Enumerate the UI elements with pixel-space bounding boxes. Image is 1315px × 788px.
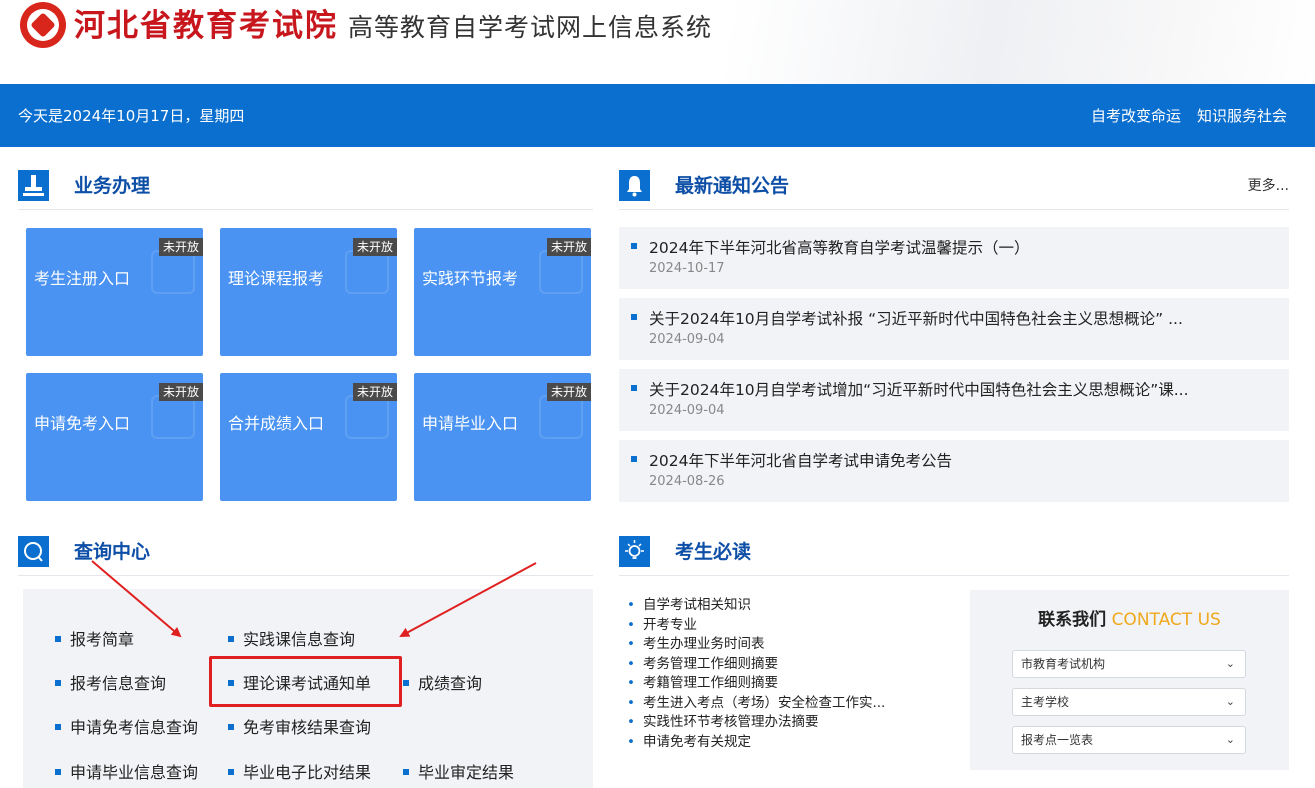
- notice-title[interactable]: 2024年下半年河北省自学考试申请免考公告: [649, 450, 1279, 472]
- status-badge: 未开放: [546, 383, 591, 401]
- tile-practice-registration[interactable]: 未开放 实践环节报考: [414, 228, 591, 356]
- notice-title[interactable]: 2024年下半年河北省高等教育自学考试温馨提示（一）: [649, 237, 1279, 259]
- contact-panel: 联系我们 CONTACT US 市教育考试机构 ⌄ 主考学校 ⌄ 报考点一览表 …: [970, 590, 1289, 770]
- business-section-header: 业务办理: [18, 170, 593, 210]
- notice-item[interactable]: 2024年下半年河北省自学考试申请免考公告 2024-08-26: [619, 440, 1289, 502]
- notice-title[interactable]: 关于2024年10月自学考试补报 “习近平新时代中国特色社会主义思想概论” ..…: [649, 308, 1279, 330]
- highlight-annotation-box: [209, 656, 402, 707]
- list-item[interactable]: 考籍管理工作细则摘要: [627, 674, 885, 694]
- more-notices-link[interactable]: 更多...: [1248, 176, 1289, 196]
- status-badge: 未开放: [352, 238, 397, 256]
- stamp-icon: [18, 170, 49, 201]
- query-link-exam-guide[interactable]: 报考简章: [55, 629, 134, 651]
- tile-graduation-apply[interactable]: 未开放 申请毕业入口: [414, 373, 591, 501]
- list-item[interactable]: 考生办理业务时间表: [627, 635, 885, 655]
- bullet-icon: [631, 456, 637, 462]
- query-link-graduation-result[interactable]: 毕业审定结果: [403, 762, 514, 784]
- chevron-down-icon: ⌄: [1225, 733, 1235, 746]
- select-value: 报考点一览表: [1021, 733, 1094, 747]
- tile-watermark-icon: [151, 395, 195, 439]
- business-section-title: 业务办理: [74, 175, 151, 197]
- list-item[interactable]: 自学考试相关知识: [627, 596, 885, 616]
- slogan-2: 知识服务社会: [1196, 107, 1287, 125]
- list-item[interactable]: 申请免考有关规定: [627, 733, 885, 753]
- query-section-header: 查询中心: [18, 536, 593, 576]
- slogan-1: 自考改变命运: [1090, 107, 1181, 125]
- tile-label: 实践环节报考: [422, 269, 519, 288]
- must-read-section-title: 考生必读: [675, 541, 752, 563]
- bullet-icon: [631, 385, 637, 391]
- tile-theory-course-registration[interactable]: 未开放 理论课程报考: [220, 228, 397, 356]
- site-header: 河北省教育考试院 高等教育自学考试网上信息系统: [0, 0, 1315, 84]
- lightbulb-icon: [619, 536, 650, 567]
- site-title: 河北省教育考试院: [74, 8, 338, 44]
- notice-item[interactable]: 关于2024年10月自学考试补报 “习近平新时代中国特色社会主义思想概论” ..…: [619, 298, 1289, 360]
- query-link-practice-info[interactable]: 实践课信息查询: [228, 629, 355, 651]
- list-item[interactable]: 开考专业: [627, 616, 885, 636]
- site-subtitle: 高等教育自学考试网上信息系统: [348, 13, 713, 42]
- current-date: 今天是2024年10月17日，星期四: [18, 107, 245, 125]
- notice-date: 2024-09-04: [649, 403, 725, 418]
- chevron-down-icon: ⌄: [1225, 657, 1235, 670]
- notice-item[interactable]: 2024年下半年河北省高等教育自学考试温馨提示（一） 2024-10-17: [619, 227, 1289, 289]
- notices-section-title: 最新通知公告: [675, 175, 790, 197]
- contact-title: 联系我们 CONTACT US: [970, 608, 1289, 632]
- tile-watermark-icon: [151, 250, 195, 294]
- query-link-exemption-info[interactable]: 申请免考信息查询: [55, 717, 198, 739]
- date-bar: 今天是2024年10月17日，星期四 自考改变命运 知识服务社会: [0, 84, 1315, 147]
- query-link-graduation-info[interactable]: 申请毕业信息查询: [55, 762, 198, 784]
- select-value: 市教育考试机构: [1021, 657, 1106, 671]
- notice-date: 2024-09-04: [649, 332, 725, 347]
- search-icon: [18, 536, 49, 567]
- bullet-icon: [631, 314, 637, 320]
- notice-item[interactable]: 关于2024年10月自学考试增加“习近平新时代中国特色社会主义思想概论”课...…: [619, 369, 1289, 431]
- tile-label: 理论课程报考: [228, 269, 325, 288]
- select-city-exam-office[interactable]: 市教育考试机构 ⌄: [1012, 650, 1246, 678]
- slogan: 自考改变命运 知识服务社会: [1075, 106, 1287, 126]
- notices-section-header: 最新通知公告 更多...: [619, 170, 1289, 210]
- list-item[interactable]: 考务管理工作细则摘要: [627, 655, 885, 675]
- select-host-school[interactable]: 主考学校 ⌄: [1012, 688, 1246, 716]
- query-section-title: 查询中心: [74, 541, 151, 563]
- tile-label: 合并成绩入口: [228, 414, 325, 433]
- tile-label: 申请毕业入口: [422, 414, 519, 433]
- tile-label: 申请免考入口: [34, 414, 131, 433]
- logo-icon: [20, 2, 66, 48]
- chevron-down-icon: ⌄: [1225, 695, 1235, 708]
- query-link-graduation-compare[interactable]: 毕业电子比对结果: [228, 762, 371, 784]
- notice-date: 2024-08-26: [649, 474, 725, 489]
- tile-student-register[interactable]: 未开放 考生注册入口: [26, 228, 203, 356]
- tile-watermark-icon: [345, 395, 389, 439]
- must-read-list: 自学考试相关知识 开考专业 考生办理业务时间表 考务管理工作细则摘要 考籍管理工…: [627, 596, 885, 752]
- tile-watermark-icon: [539, 395, 583, 439]
- contact-title-cn: 联系我们: [1038, 610, 1107, 630]
- list-item[interactable]: 实践性环节考核管理办法摘要: [627, 713, 885, 733]
- status-badge: 未开放: [352, 383, 397, 401]
- status-badge: 未开放: [158, 238, 203, 256]
- status-badge: 未开放: [158, 383, 203, 401]
- must-read-section-header: 考生必读: [619, 536, 1289, 576]
- query-link-exemption-result[interactable]: 免考审核结果查询: [228, 717, 371, 739]
- contact-title-en: CONTACT US: [1111, 610, 1221, 630]
- notice-title[interactable]: 关于2024年10月自学考试增加“习近平新时代中国特色社会主义思想概论”课...: [649, 379, 1279, 401]
- bell-icon: [619, 170, 650, 201]
- query-link-registration-info[interactable]: 报考信息查询: [55, 673, 166, 695]
- query-link-scores[interactable]: 成绩查询: [403, 673, 482, 695]
- select-registration-sites[interactable]: 报考点一览表 ⌄: [1012, 726, 1246, 754]
- select-value: 主考学校: [1021, 695, 1070, 709]
- list-item[interactable]: 考生进入考点（考场）安全检查工作实...: [627, 694, 885, 714]
- tile-watermark-icon: [345, 250, 389, 294]
- notice-date: 2024-10-17: [649, 261, 725, 276]
- tile-merge-scores[interactable]: 未开放 合并成绩入口: [220, 373, 397, 501]
- status-badge: 未开放: [546, 238, 591, 256]
- tile-exemption-apply[interactable]: 未开放 申请免考入口: [26, 373, 203, 501]
- bullet-icon: [631, 243, 637, 249]
- tile-watermark-icon: [539, 250, 583, 294]
- tile-label: 考生注册入口: [34, 269, 131, 288]
